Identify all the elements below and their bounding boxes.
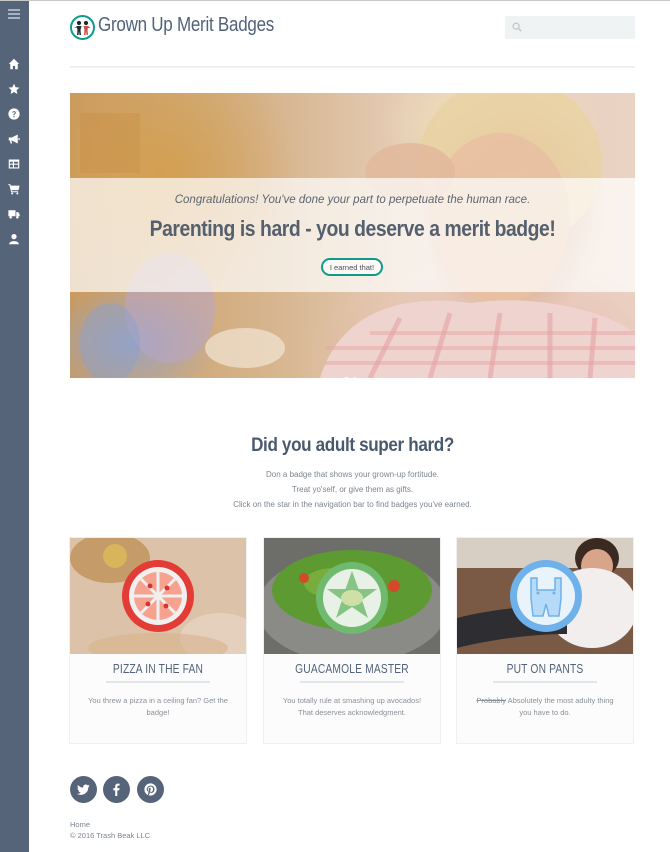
card-description: Probably Absolutely the most adulty thin… [476,696,614,717]
card-image [457,538,633,654]
hero-carousel[interactable]: Congratulations! You've done your part t… [70,93,635,378]
hero-title: Parenting is hard - you deserve a merit … [149,216,556,241]
top-border [0,0,670,1]
card-description: You totally rule at smashing up avocados… [282,696,422,717]
header-divider [70,66,635,68]
card-description: You threw a pizza in a ceiling fan? Get … [88,696,228,717]
home-icon[interactable] [6,57,22,71]
truck-icon[interactable] [6,207,22,221]
site-title[interactable]: Grown Up Merit Badges [98,14,274,37]
card-title: PIZZA IN THE FAN [112,662,204,676]
intro-line: Treat yo'self, or give them as gifts. [291,485,414,494]
user-icon[interactable] [6,232,22,246]
card-title: GUACAMOLE MASTER [295,662,409,676]
question-icon[interactable] [6,107,22,121]
star-icon[interactable] [6,82,22,96]
ceiling-fan-image [70,538,246,654]
guacamole-image [264,538,440,654]
carousel-dot[interactable] [352,377,357,378]
intro-line: Don a badge that shows your grown-up for… [266,470,439,479]
cart-icon[interactable] [6,182,22,196]
facebook-icon[interactable] [103,776,130,803]
sidebar [0,1,29,852]
menu-toggle-icon[interactable] [8,9,20,19]
twitter-icon[interactable] [70,776,97,803]
hero-caption-panel: Congratulations! You've done your part t… [70,178,635,292]
card-image [70,538,246,654]
hero-subtitle: Congratulations! You've done your part t… [174,194,531,206]
table-icon[interactable] [6,157,22,171]
bullhorn-icon[interactable] [6,132,22,146]
card-divider [106,681,210,683]
carousel-indicators [344,369,360,378]
badge-card-guacamole[interactable]: GUACAMOLE MASTER You totally rule at sma… [263,537,441,744]
carousel-dot[interactable] [344,377,349,378]
intro-heading: Did you adult super hard? [251,435,454,456]
card-image [264,538,440,654]
pinterest-icon[interactable] [137,776,164,803]
card-divider [493,681,597,683]
search-icon[interactable] [512,22,522,32]
footer-home-link[interactable]: Home [70,820,90,829]
card-divider [300,681,404,683]
logo-icon[interactable] [70,15,95,40]
earned-button[interactable]: I earned that! [321,258,383,276]
search-input[interactable] [528,17,632,38]
copyright-text: © 2016 Trash Beak LLC [70,831,151,840]
card-title: PUT ON PANTS [506,662,584,676]
badge-card-pizza[interactable]: PIZZA IN THE FAN You threw a pizza in a … [69,537,247,744]
badge-card-pants[interactable]: PUT ON PANTS Probably Absolutely the mos… [456,537,634,744]
couch-man-image [457,538,633,654]
intro-line: Click on the star in the navigation bar … [233,500,472,509]
strikethrough-text: Probably [476,696,507,705]
